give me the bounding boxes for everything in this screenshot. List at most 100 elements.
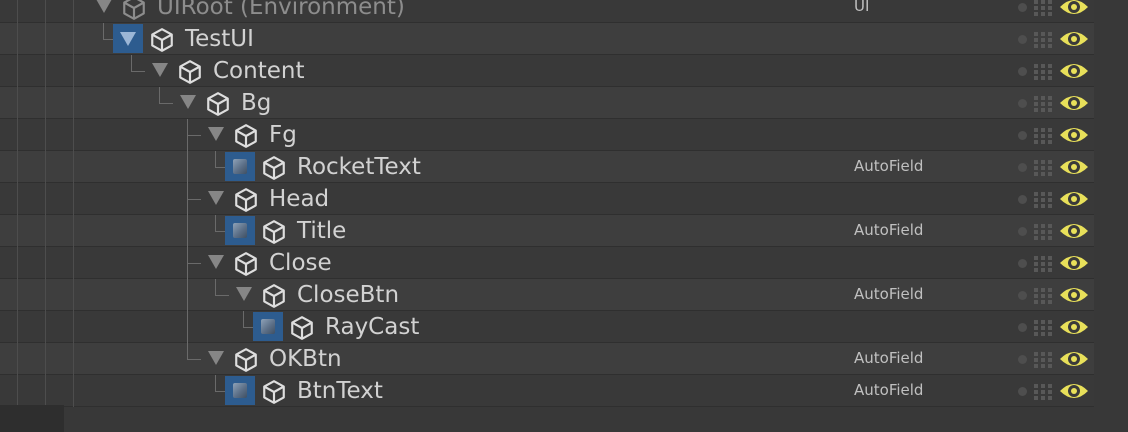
row-gutter [0,375,100,407]
cube-icon [261,155,287,181]
eye-icon[interactable] [1058,347,1090,371]
hierarchy-row-closebtn[interactable]: CloseBtn AutoField [0,279,1094,311]
row-gutter [0,183,100,215]
row-gutter [0,55,100,87]
hierarchy-row-uiroot[interactable]: UIRoot (Environment) UI [0,0,1094,23]
prefab-icon [225,216,255,245]
cube-icon [205,91,231,117]
object-tag: AutoField [854,349,924,367]
hierarchy-row-fg[interactable]: Fg [0,119,1094,151]
eye-icon[interactable] [1058,379,1090,403]
pick-grid-icon[interactable] [1030,30,1056,50]
hierarchy-row-rockettext[interactable]: RocketText AutoField [0,151,1094,183]
object-name: BtnText [297,378,383,404]
object-name: Head [269,186,330,212]
cube-icon [121,0,147,21]
cube-icon [233,187,259,213]
expand-arrow-icon[interactable] [208,351,224,365]
cube-icon [261,283,287,309]
object-tag: UI [854,0,870,15]
hierarchy-row-head[interactable]: Head [0,183,1094,215]
object-name: Bg [241,90,272,116]
row-gutter [0,311,100,343]
hierarchy-row-raycast[interactable]: RayCast [0,311,1094,343]
object-tag: AutoField [854,157,924,175]
hierarchy-panel: UIRoot (Environment) UI TestUI Content B… [0,0,1094,407]
object-name: Content [213,58,305,84]
pick-grid-icon[interactable] [1030,94,1056,114]
row-gutter [0,343,100,375]
status-dot [1018,163,1027,172]
hierarchy-row-btntext[interactable]: BtnText AutoField [0,375,1094,407]
cube-icon [289,315,315,341]
eye-icon[interactable] [1058,315,1090,339]
prefab-icon [225,376,255,405]
status-dot [1018,355,1027,364]
hierarchy-row-content[interactable]: Content [0,55,1094,87]
pick-grid-icon[interactable] [1030,286,1056,306]
expand-arrow-icon[interactable] [96,0,112,13]
pick-grid-icon[interactable] [1030,62,1056,82]
pick-grid-icon[interactable] [1030,126,1056,146]
expand-arrow-icon[interactable] [152,63,168,77]
expand-arrow-icon[interactable] [208,191,224,205]
cube-icon [261,379,287,405]
cube-icon [233,251,259,277]
pick-grid-icon[interactable] [1030,222,1056,242]
eye-icon[interactable] [1058,0,1090,19]
cube-icon [233,347,259,373]
hierarchy-row-close[interactable]: Close [0,247,1094,279]
cube-icon [149,27,175,53]
pick-grid-icon[interactable] [1030,318,1056,338]
prefab-icon [253,312,283,341]
status-dot [1018,291,1027,300]
object-name: Fg [269,122,297,148]
status-dot [1018,259,1027,268]
expand-arrow-icon[interactable] [180,95,196,109]
hierarchy-row-testui[interactable]: TestUI [0,23,1094,55]
row-gutter [0,151,100,183]
status-dot [1018,67,1027,76]
prefab-icon [225,152,255,181]
cube-icon [177,59,203,85]
eye-icon[interactable] [1058,27,1090,51]
eye-icon[interactable] [1058,123,1090,147]
pick-grid-icon[interactable] [1030,382,1056,402]
expand-arrow-icon[interactable] [236,287,252,301]
hierarchy-row-bg[interactable]: Bg [0,87,1094,119]
eye-icon[interactable] [1058,219,1090,243]
object-name: TestUI [185,26,254,52]
pick-grid-icon[interactable] [1030,350,1056,370]
row-gutter [0,87,100,119]
eye-icon[interactable] [1058,251,1090,275]
pick-grid-icon[interactable] [1030,254,1056,274]
eye-icon[interactable] [1058,91,1090,115]
hierarchy-row-okbtn[interactable]: OKBtn AutoField [0,343,1094,375]
pick-grid-icon[interactable] [1030,0,1056,18]
row-gutter [0,119,100,151]
status-dot [1018,131,1027,140]
pick-grid-icon[interactable] [1030,190,1056,210]
object-name: OKBtn [269,346,342,372]
expand-arrow-icon[interactable] [208,255,224,269]
eye-icon[interactable] [1058,59,1090,83]
panel-footer [0,405,64,432]
status-dot [1018,195,1027,204]
hierarchy-row-title[interactable]: Title AutoField [0,215,1094,247]
cube-icon [233,123,259,149]
object-name: RocketText [297,154,421,180]
row-gutter [0,279,100,311]
pick-grid-icon[interactable] [1030,158,1056,178]
status-dot [1018,35,1027,44]
eye-icon[interactable] [1058,155,1090,179]
object-name: Title [297,218,347,244]
eye-icon[interactable] [1058,187,1090,211]
row-gutter [0,215,100,247]
status-dot [1018,387,1027,396]
status-dot [1018,227,1027,236]
expand-arrow-icon[interactable] [208,127,224,141]
status-dot [1018,99,1027,108]
eye-icon[interactable] [1058,283,1090,307]
status-dot [1018,323,1027,332]
expand-arrow-icon[interactable] [113,24,143,53]
